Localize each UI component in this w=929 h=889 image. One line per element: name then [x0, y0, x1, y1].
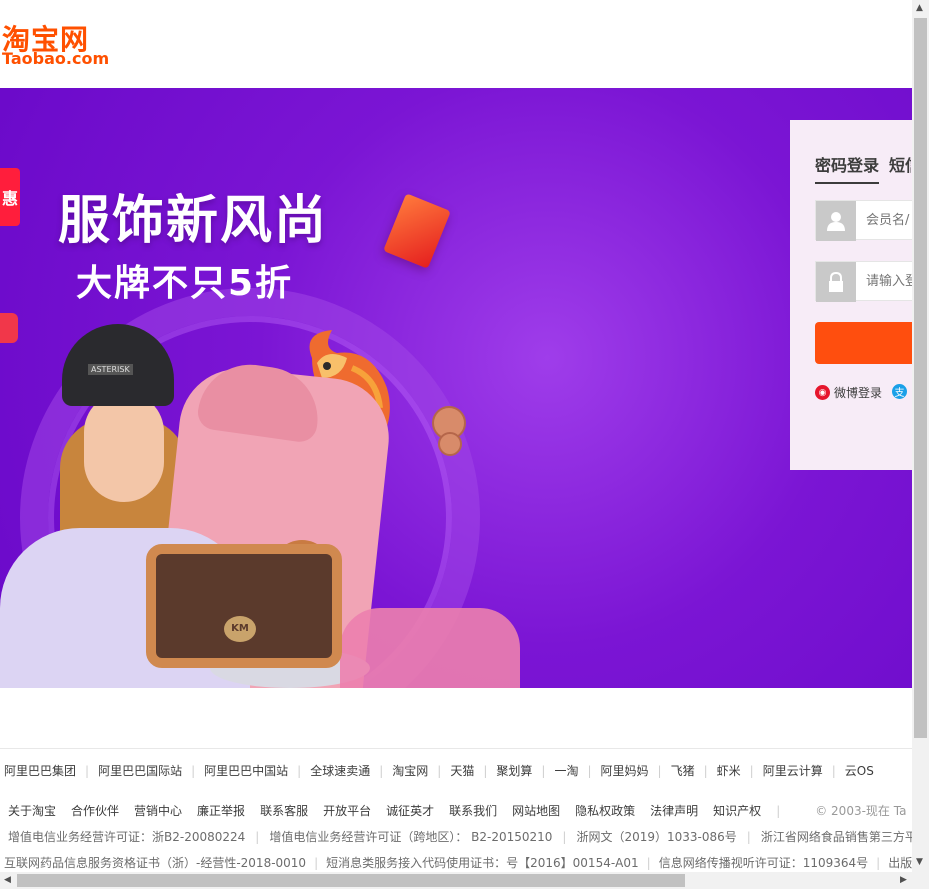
friend-link[interactable]: 阿里妈妈: [601, 764, 649, 778]
taobao-login-page: 淘宝网 Taobao.com 惠 服饰新风尚 大牌不只5折 ASTERISK K…: [0, 0, 929, 889]
footer-link[interactable]: 廉正举报: [197, 804, 245, 818]
license-text[interactable]: 增值电信业务经营许可证（跨地区）： B2-20150210: [269, 830, 552, 844]
separator: |: [646, 856, 651, 870]
separator: |: [831, 764, 836, 778]
model-face: [84, 392, 164, 502]
alipay-login-icon[interactable]: 支: [892, 384, 907, 399]
license-text[interactable]: 互联网药品信息服务资格证书（浙）-经营性-2018-0010: [4, 856, 306, 870]
footer-link[interactable]: 营销中心: [134, 804, 182, 818]
login-button[interactable]: [815, 322, 925, 364]
license-text[interactable]: 浙江省网络食品销售第三方平台: [761, 830, 929, 844]
friend-link[interactable]: 全球速卖通: [310, 764, 370, 778]
footer-divider: [0, 748, 912, 749]
friend-link[interactable]: 阿里云计算: [763, 764, 823, 778]
copyright-text: © 2003-现在 Ta: [815, 804, 907, 818]
taobao-logo[interactable]: 淘宝网 Taobao.com: [2, 18, 142, 70]
friend-link[interactable]: 阿里巴巴国际站: [98, 764, 182, 778]
vertical-scrollbar-thumb[interactable]: [914, 18, 927, 738]
license-row-2: 互联网药品信息服务资格证书（浙）-经营性-2018-0010 | 短消息类服务接入代…: [4, 854, 929, 871]
separator: |: [587, 764, 592, 778]
tab-password-login[interactable]: 密码登录: [815, 152, 880, 184]
license-text[interactable]: 浙网文（2019）1033-086号: [576, 830, 736, 844]
logo-english-text: Taobao.com: [2, 49, 110, 68]
separator: |: [437, 764, 442, 778]
red-envelope-edge: [0, 313, 18, 343]
separator: |: [297, 764, 302, 778]
separator: |: [483, 764, 488, 778]
footer-link[interactable]: 联系客服: [260, 804, 308, 818]
friend-link[interactable]: 淘宝网: [392, 764, 428, 778]
footer-link[interactable]: 合作伙伴: [71, 804, 119, 818]
footer-link[interactable]: 网站地图: [512, 804, 560, 818]
weibo-icon: ◉: [815, 385, 830, 400]
separator: |: [776, 804, 781, 818]
friend-link[interactable]: 一淘: [554, 764, 578, 778]
footer-link[interactable]: 诚征英才: [386, 804, 434, 818]
footer-link[interactable]: 关于淘宝: [8, 804, 56, 818]
separator: |: [85, 764, 90, 778]
friend-link[interactable]: 阿里巴巴中国站: [204, 764, 288, 778]
separator: |: [703, 764, 708, 778]
friend-link[interactable]: 云OS: [845, 764, 874, 778]
friend-link[interactable]: 聚划算: [496, 764, 532, 778]
footer-nav-row: 关于淘宝 合作伙伴 营销中心 廉正举报 联系客服 开放平台 诚征英才 联系我们 网站地图 隐私权政…: [8, 802, 906, 819]
footer-link[interactable]: 隐私权政策: [575, 804, 635, 818]
beanie-label: ASTERISK: [88, 364, 133, 375]
handbag-image: [146, 544, 342, 668]
decorative-clouds: [340, 608, 520, 688]
footer-link[interactable]: 法律声明: [650, 804, 698, 818]
friend-link[interactable]: 虾米: [717, 764, 741, 778]
bag-logo: KM: [224, 616, 256, 642]
coin-image: [438, 432, 462, 456]
tab-sms-login[interactable]: 短信: [889, 152, 911, 176]
scroll-down-arrow[interactable]: ▼: [916, 858, 923, 867]
separator: |: [876, 856, 881, 870]
bag-logo-text: KM: [231, 623, 249, 634]
horizontal-scrollbar-thumb[interactable]: [17, 874, 685, 887]
scroll-up-arrow[interactable]: ▲: [916, 4, 923, 13]
promo-banner[interactable]: 惠 服饰新风尚 大牌不只5折 ASTERISK KM: [0, 88, 912, 688]
separator: |: [379, 764, 384, 778]
friend-link[interactable]: 阿里巴巴集团: [4, 764, 76, 778]
username-field[interactable]: [815, 200, 926, 241]
banner-subline: 大牌不只5折: [76, 263, 294, 304]
weibo-login-label: 微博登录: [834, 386, 883, 400]
login-panel: 密码登录 短信 ◉ 微博登录 支: [790, 120, 929, 470]
weibo-login-link[interactable]: ◉ 微博登录: [815, 384, 882, 401]
footer-link[interactable]: 联系我们: [449, 804, 497, 818]
license-text[interactable]: 增值电信业务经营许可证：浙B2-20080224: [8, 830, 245, 844]
separator: |: [255, 830, 260, 844]
separator: |: [657, 764, 662, 778]
lock-icon: [816, 262, 856, 302]
password-field[interactable]: [815, 261, 926, 302]
footer-link[interactable]: 开放平台: [323, 804, 371, 818]
scroll-left-arrow[interactable]: ◀: [4, 876, 11, 885]
scroll-right-arrow[interactable]: ▶: [900, 876, 907, 885]
side-tag: 惠: [0, 168, 20, 226]
license-text[interactable]: 信息网络传播视听许可证：1109364号: [659, 856, 868, 870]
separator: |: [191, 764, 196, 778]
friend-link[interactable]: 飞猪: [671, 764, 695, 778]
footer-link[interactable]: 知识产权: [713, 804, 761, 818]
user-icon: [816, 201, 856, 241]
separator: |: [562, 830, 567, 844]
separator: |: [746, 830, 751, 844]
separator: |: [314, 856, 319, 870]
red-envelope-image: [383, 193, 451, 269]
license-text[interactable]: 短消息类服务接入代码使用证书：号【2016】00154-A01: [326, 856, 639, 870]
friend-links-row: 阿里巴巴集团 | 阿里巴巴国际站 | 阿里巴巴中国站 | 全球速卖通 | 淘宝网 | 天猫 | 聚划算 |…: [4, 762, 874, 779]
banner-headline: 服饰新风尚: [58, 191, 329, 251]
separator: |: [541, 764, 546, 778]
friend-link[interactable]: 天猫: [450, 764, 474, 778]
license-row: 增值电信业务经营许可证：浙B2-20080224 | 增值电信业务经营许可证（跨地区…: [8, 828, 929, 845]
separator: |: [749, 764, 754, 778]
